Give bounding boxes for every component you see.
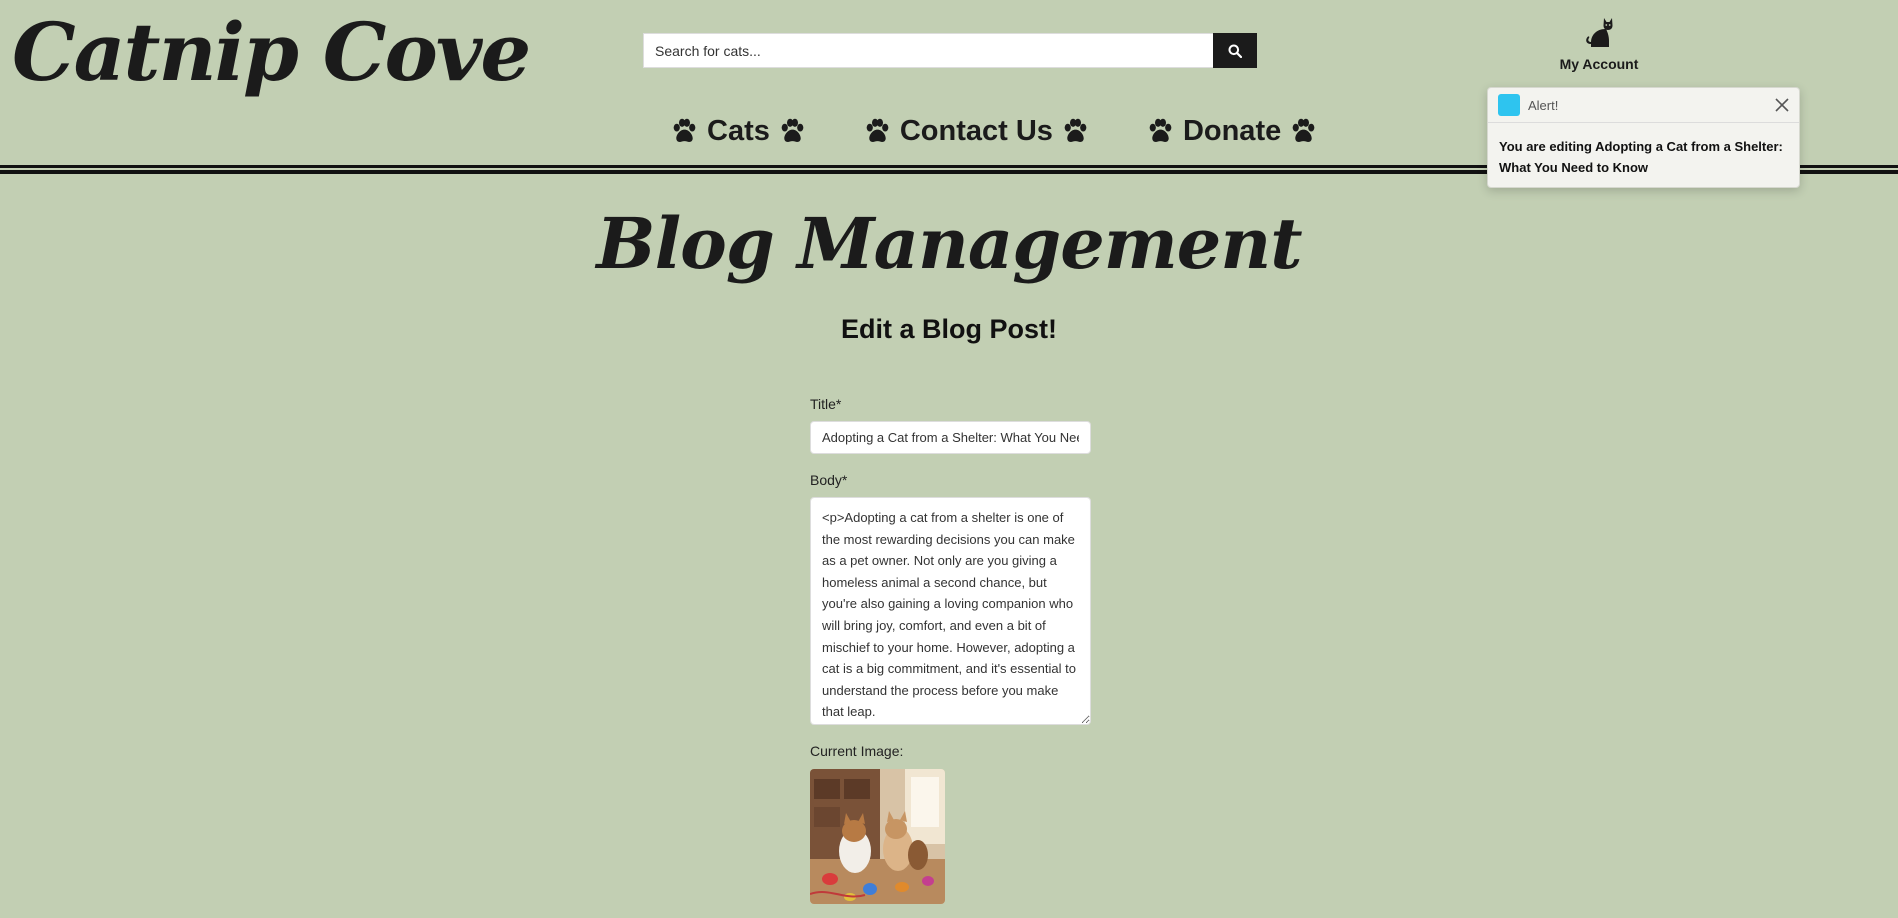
my-account-link[interactable]: My Account [1556,16,1642,72]
paw-icon [781,118,804,142]
body-field-label: Body* [810,472,848,488]
paw-icon [866,118,889,142]
alert-header: Alert! [1488,88,1799,123]
nav-donate-label: Donate [1182,114,1282,147]
title-field[interactable] [810,421,1091,454]
alert-message: You are editing Adopting a Cat from a Sh… [1499,139,1783,175]
alert-title: Alert! [1528,97,1559,113]
current-image-thumbnail [810,769,945,904]
alert-toast: Alert! You are editing Adopting a Cat fr… [1487,87,1800,188]
paw-icon [1149,118,1172,142]
edit-post-form: Title* Body* <p>Adopting a cat from a sh… [810,396,1091,904]
close-icon [1775,98,1789,112]
nav-donate[interactable]: Donate [1146,115,1318,148]
search-button[interactable] [1213,33,1257,68]
paw-icon [673,118,696,142]
page-subtitle: Edit a Blog Post! [841,314,1057,344]
nav-contact-us-label: Contact Us [899,114,1053,147]
paw-icon [1292,118,1315,142]
search-icon [1228,44,1242,58]
nav-cats-label: Cats [707,114,770,147]
current-image-label: Current Image: [810,743,904,759]
page-title: Blog Management [596,202,1302,285]
title-field-label: Title* [810,396,842,412]
search-bar [643,33,1257,68]
paw-icon [1064,118,1087,142]
cat-icon [1586,18,1613,47]
nav-contact-us[interactable]: Contact Us [863,115,1090,148]
alert-color-swatch [1498,94,1520,116]
body-field[interactable]: <p>Adopting a cat from a shelter is one … [810,497,1091,725]
site-logo[interactable]: Catnip Cove [12,2,531,102]
nav-cats[interactable]: Cats [670,115,807,148]
my-account-label: My Account [1559,56,1639,72]
main-nav: Cats Contact Us Donate [670,110,1318,152]
search-input[interactable] [643,33,1213,68]
alert-close-button[interactable] [1775,98,1789,112]
